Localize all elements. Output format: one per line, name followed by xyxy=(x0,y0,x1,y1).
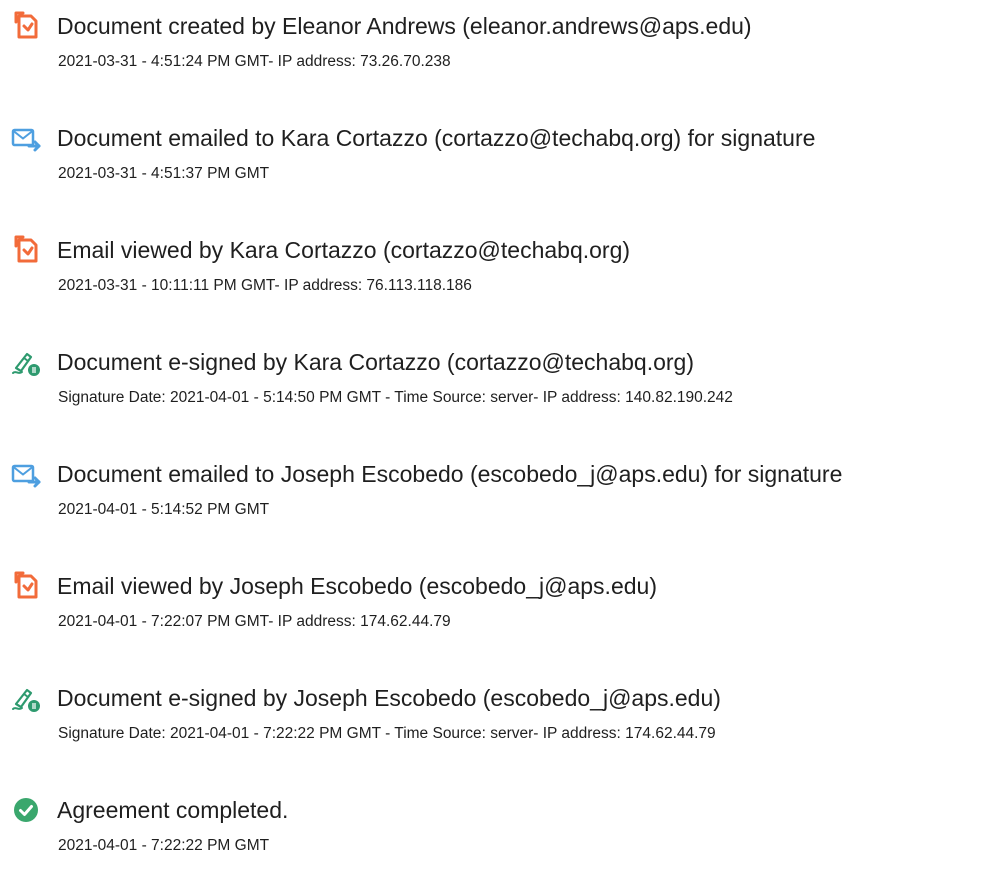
event-detail: 2021-04-01 - 7:22:07 PM GMT- IP address:… xyxy=(58,613,451,630)
event-detail: 2021-03-31 - 4:51:37 PM GMT xyxy=(58,165,270,182)
history-event: Document e-signed by Kara Cortazzo (cort… xyxy=(0,336,987,426)
event-title: Document e-signed by Joseph Escobedo (es… xyxy=(57,685,721,711)
event-title: Document emailed to Joseph Escobedo (esc… xyxy=(57,461,843,487)
history-event: Document e-signed by Joseph Escobedo (es… xyxy=(0,672,987,762)
event-title: Email viewed by Joseph Escobedo (escobed… xyxy=(57,573,657,599)
history-event: Document emailed to Joseph Escobedo (esc… xyxy=(0,448,987,538)
completed-check-icon xyxy=(10,794,42,826)
event-detail: 2021-04-01 - 5:14:52 PM GMT xyxy=(58,501,270,518)
event-detail: 2021-04-01 - 7:22:22 PM GMT xyxy=(58,837,270,854)
history-event: Email viewed by Kara Cortazzo (cortazzo@… xyxy=(0,224,987,314)
history-event: Agreement completed. 2021-04-01 - 7:22:2… xyxy=(0,784,987,874)
event-title: Agreement completed. xyxy=(57,797,289,823)
event-detail: 2021-03-31 - 10:11:11 PM GMT- IP address… xyxy=(58,277,472,294)
email-sent-icon xyxy=(10,122,42,154)
document-created-icon xyxy=(10,10,42,42)
esign-icon xyxy=(10,346,42,378)
history-event: Email viewed by Joseph Escobedo (escobed… xyxy=(0,560,987,650)
email-viewed-icon xyxy=(10,570,42,602)
event-detail: 2021-03-31 - 4:51:24 PM GMT- IP address:… xyxy=(58,53,451,70)
history-event: Document emailed to Kara Cortazzo (corta… xyxy=(0,112,987,202)
event-detail: Signature Date: 2021-04-01 - 7:22:22 PM … xyxy=(58,725,716,742)
email-viewed-icon xyxy=(10,234,42,266)
audit-history: Document created by Eleanor Andrews (ele… xyxy=(0,0,987,879)
email-sent-icon xyxy=(10,458,42,490)
event-title: Document e-signed by Kara Cortazzo (cort… xyxy=(57,349,694,375)
event-title: Document created by Eleanor Andrews (ele… xyxy=(57,13,752,39)
event-title: Email viewed by Kara Cortazzo (cortazzo@… xyxy=(57,237,631,263)
esign-icon xyxy=(10,682,42,714)
event-title: Document emailed to Kara Cortazzo (corta… xyxy=(57,125,816,151)
event-detail: Signature Date: 2021-04-01 - 5:14:50 PM … xyxy=(58,389,733,406)
history-event: Document created by Eleanor Andrews (ele… xyxy=(0,0,987,90)
